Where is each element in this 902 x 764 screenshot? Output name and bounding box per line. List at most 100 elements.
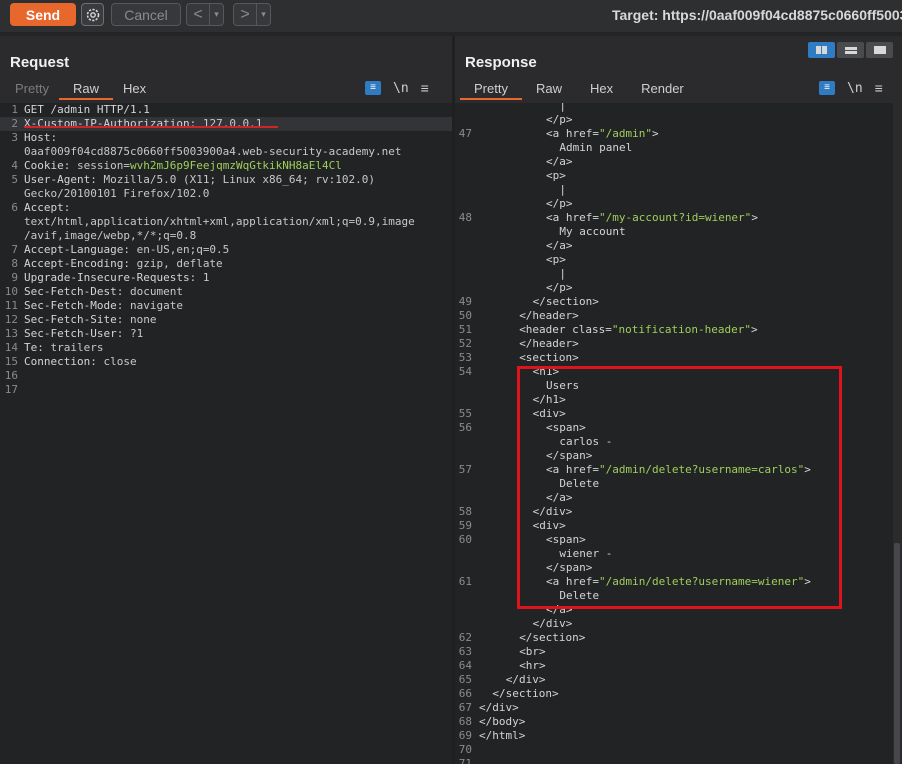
header-name: Te (24, 341, 38, 354)
request-line: 2 X-Custom-IP-Authorization: 127.0.0.1 (0, 117, 452, 131)
back-button[interactable]: < (187, 4, 209, 25)
html-tag: <hr> (519, 659, 546, 672)
header-name: User-Agent (24, 173, 91, 186)
request-line-text: Te: trailers (24, 341, 103, 355)
html-tag: <p> (546, 253, 566, 266)
request-line: 14 Te: trailers (0, 341, 452, 355)
response-line-text: </a> (546, 155, 573, 169)
html-tag: </section> (532, 295, 599, 308)
response-line-text: My account (559, 225, 625, 239)
newline-toggle[interactable]: \n (393, 81, 409, 96)
newline-toggle[interactable]: \n (847, 81, 863, 96)
html-tag: <a href= (546, 127, 599, 140)
response-line: 67 </div> (455, 701, 893, 715)
html-tag: <p> (546, 169, 566, 182)
hamburger-icon[interactable]: ≡ (421, 80, 429, 96)
back-nav-group: < ▾ (186, 3, 224, 26)
request-line-text: Sec-Fetch-User: ?1 (24, 327, 143, 341)
header-name: Upgrade-Insecure-Requests (24, 271, 190, 284)
response-tab-pretty[interactable]: Pretty (460, 80, 522, 100)
header-value: : en-US,en;q=0.5 (123, 243, 230, 256)
target-url[interactable]: Target: https://0aaf009f04cd8875c0660ff5… (612, 7, 902, 23)
back-history-dropdown[interactable]: ▾ (209, 4, 223, 25)
response-line: 49 </section> (455, 295, 893, 309)
forward-button[interactable]: > (234, 4, 256, 25)
response-tab-render[interactable]: Render (627, 80, 698, 100)
response-line-text: </div> (533, 617, 573, 631)
wrap-icon[interactable]: ≡ (819, 81, 835, 95)
request-line: 8 Accept-Encoding: gzip, deflate (0, 257, 452, 271)
send-button[interactable]: Send (10, 3, 76, 26)
header-name: GET /admin HTTP/1.1 (24, 103, 150, 116)
line-number: 15 (4, 355, 18, 368)
response-line: 69 </html> (455, 729, 893, 743)
layout-single-icon[interactable] (866, 42, 893, 58)
html-tag: | (559, 183, 567, 196)
request-line: 4 Cookie: session=wvh2mJ6p9FeejqmzWqGtkik… (0, 159, 452, 173)
request-line-text: X-Custom-IP-Authorization: 127.0.0.1 (24, 117, 262, 131)
wrap-icon[interactable]: ≡ (365, 81, 381, 95)
response-line-text: <p> (546, 169, 566, 183)
header-name: Sec-Fetch-User (24, 327, 117, 340)
request-tab-hex[interactable]: Hex (113, 80, 156, 100)
tag-close: > (750, 323, 758, 336)
attribute-value: "notification-header" (611, 323, 751, 336)
line-number: 71 (458, 757, 472, 764)
request-line: /avif,image/webp,*/*;q=0.8 (0, 229, 452, 243)
line-number: 56 (458, 421, 472, 434)
response-line-text: </section> (519, 631, 585, 645)
response-line-text: </p> (546, 113, 573, 127)
response-line-text: Admin panel (559, 141, 632, 155)
layout-stacked-icon[interactable] (837, 42, 864, 58)
request-tab-raw[interactable]: Raw (58, 80, 113, 100)
settings-button[interactable] (81, 3, 104, 26)
response-tab-icons: ≡ \n ≡ (819, 80, 883, 96)
request-line-text: Sec-Fetch-Site: none (24, 313, 156, 327)
response-line: 63 <br> (455, 645, 893, 659)
line-number: 1 (11, 103, 18, 116)
line-number: 13 (4, 327, 18, 340)
response-tab-hex[interactable]: Hex (576, 80, 627, 100)
header-value: : ?1 (116, 327, 144, 340)
layout-toggle (808, 42, 893, 58)
response-line-text: </body> (479, 715, 525, 729)
header-name: Accept-Encoding (24, 257, 124, 270)
html-tag: </section> (492, 687, 559, 700)
response-line: Admin panel (455, 141, 893, 155)
html-tag: </div> (505, 673, 546, 686)
request-line-text: /avif,image/webp,*/*;q=0.8 (24, 229, 196, 243)
cancel-button[interactable]: Cancel (111, 3, 181, 26)
attribute-value: "/my-account?id=wiener" (598, 211, 752, 224)
scrollbar-thumb[interactable] (894, 543, 900, 764)
request-editor[interactable]: 1 GET /admin HTTP/1.1 2 X-Custom-IP-Authori… (0, 103, 452, 764)
toolbar: Send Cancel < ▾ > ▾ Target: https://0aaf… (0, 0, 902, 32)
html-tag: <br> (519, 645, 546, 658)
layout-split-icon[interactable] (808, 42, 835, 58)
hamburger-icon[interactable]: ≡ (875, 80, 883, 96)
response-line-text: </section> (492, 687, 558, 701)
line-number: 61 (458, 575, 472, 588)
request-line-text: Accept: (24, 201, 70, 215)
html-tag: </body> (479, 715, 526, 728)
request-tab-pretty[interactable]: Pretty (5, 80, 59, 100)
header-value: : trailers (37, 341, 104, 354)
line-number: 8 (11, 257, 18, 270)
response-line-text: <section> (519, 351, 579, 365)
response-tab-raw[interactable]: Raw (522, 80, 576, 100)
line-number: 3 (11, 131, 18, 144)
header-value: : Mozilla/5.0 (X11; Linux x86_64; rv:102… (90, 173, 376, 186)
response-line: </p> (455, 281, 893, 295)
line-number: 64 (458, 659, 472, 672)
tag-close: > (751, 211, 758, 224)
header-name: X-Custom-IP-Authorization (24, 117, 190, 130)
request-line: 3 Host: (0, 131, 452, 145)
response-line: 48 <a href="/my-account?id=wiener"> (455, 211, 893, 225)
response-line-text: <br> (519, 645, 546, 659)
response-line: 52 </header> (455, 337, 893, 351)
html-tag: </p> (546, 197, 573, 210)
forward-history-dropdown[interactable]: ▾ (256, 4, 270, 25)
html-tag: My account (559, 225, 626, 238)
response-scrollbar[interactable] (893, 103, 902, 764)
response-line-text: | (559, 267, 566, 281)
html-tag: </header> (519, 337, 579, 350)
